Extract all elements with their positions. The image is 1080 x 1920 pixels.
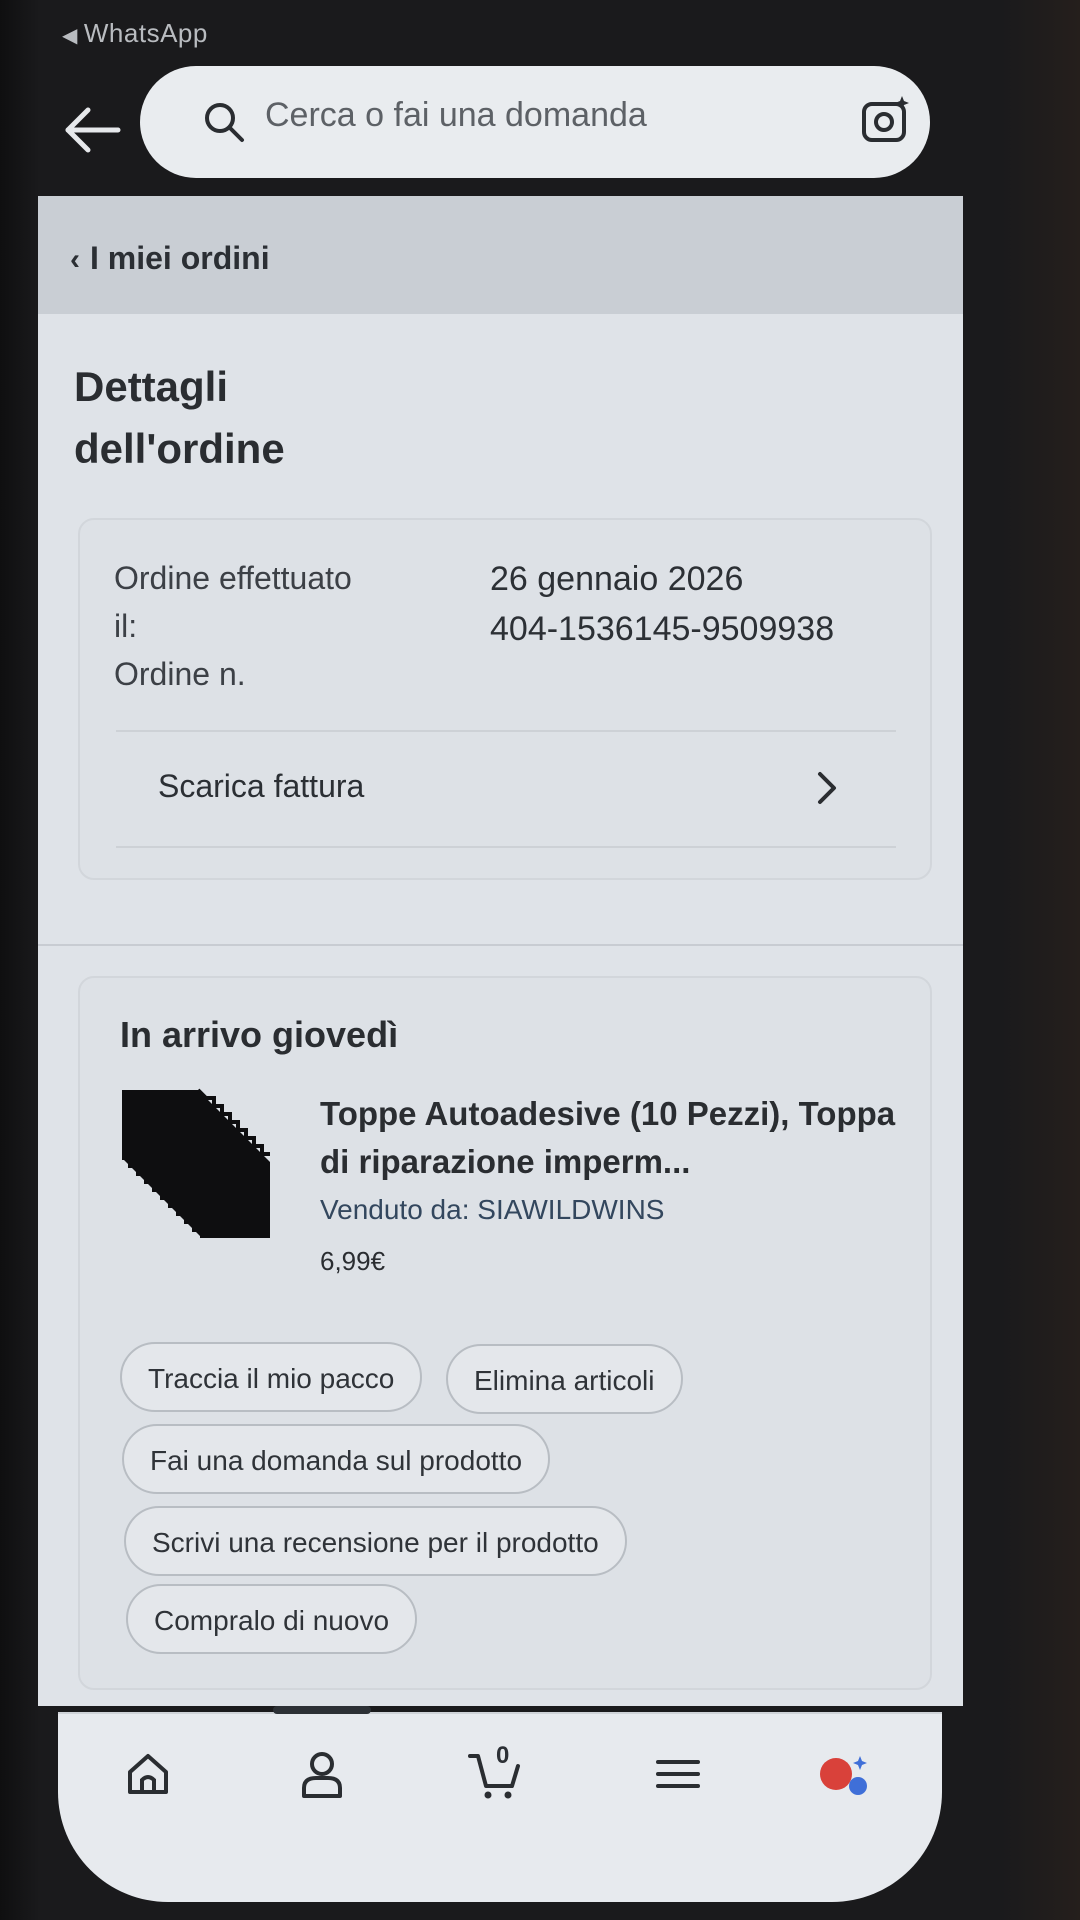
search-input[interactable]: Cerca o fai una domanda bbox=[265, 96, 647, 135]
order-summary-card: Ordine effettuato il: Ordine n. 26 genna… bbox=[78, 518, 932, 880]
order-labels: Ordine effettuato il: Ordine n. bbox=[114, 554, 374, 698]
order-number-value: 404-1536145-9509938 bbox=[490, 610, 835, 648]
home-icon[interactable] bbox=[120, 1746, 176, 1802]
breadcrumb-my-orders[interactable]: ‹ I miei ordini bbox=[70, 240, 270, 277]
camera-lens-icon[interactable] bbox=[858, 92, 914, 148]
back-triangle-icon: ◀ bbox=[62, 25, 78, 47]
download-invoice-row[interactable]: Scarica fattura bbox=[80, 732, 930, 846]
assistant-icon[interactable] bbox=[814, 1746, 870, 1802]
breadcrumb: ‹ I miei ordini bbox=[38, 196, 963, 314]
section-divider bbox=[38, 944, 963, 946]
seller-name-link[interactable]: SIAWILDWINS bbox=[477, 1194, 664, 1225]
cart-icon[interactable] bbox=[466, 1746, 522, 1802]
delivery-status: In arrivo giovedì bbox=[120, 1014, 399, 1055]
search-header: Cerca o fai una domanda bbox=[38, 60, 998, 190]
seller-prefix: Venduto da: bbox=[320, 1194, 478, 1225]
write-review-button[interactable]: Scrivi una recensione per il prodotto bbox=[124, 1506, 627, 1576]
seller-info: Venduto da: SIAWILDWINS bbox=[320, 1194, 664, 1226]
order-details-page: ‹ I miei ordini Dettagli dell'ordine Ordi… bbox=[38, 196, 963, 1706]
buy-again-button[interactable]: Compralo di nuovo bbox=[126, 1584, 418, 1654]
order-date-value: 26 gennaio 2026 bbox=[490, 560, 744, 598]
chevron-left-icon: ‹ bbox=[70, 243, 80, 276]
menu-icon[interactable] bbox=[650, 1746, 706, 1802]
divider bbox=[116, 846, 896, 848]
ask-question-button[interactable]: Fai una domanda sul prodotto bbox=[122, 1424, 551, 1494]
account-icon[interactable] bbox=[294, 1746, 350, 1802]
active-tab-indicator bbox=[273, 1706, 371, 1714]
shipment-card: In arrivo giovedì Toppe Autoadesive (10 … bbox=[78, 976, 932, 1690]
search-bar[interactable]: Cerca o fai una domanda bbox=[140, 66, 930, 178]
product-title-link[interactable]: Toppe Autoadesive (10 Pezzi), Toppa di r… bbox=[320, 1090, 910, 1186]
page-title: Dettagli dell'ordine bbox=[74, 363, 285, 472]
track-package-button[interactable]: Traccia il mio pacco bbox=[120, 1342, 423, 1412]
divider bbox=[58, 1712, 942, 1714]
delete-items-button[interactable]: Elimina articoli bbox=[446, 1344, 683, 1414]
order-values: 26 gennaio 2026 404-1536145-9509938 bbox=[490, 554, 834, 654]
search-icon bbox=[205, 103, 244, 142]
order-date-label: Ordine effettuato il: bbox=[114, 560, 352, 644]
back-arrow-icon[interactable] bbox=[58, 100, 128, 160]
breadcrumb-label: I miei ordini bbox=[90, 240, 270, 276]
order-number-label: Ordine n. bbox=[114, 656, 246, 692]
product-image[interactable] bbox=[120, 1088, 290, 1258]
phone-screen: ◀ WhatsApp Cerca o fai una domanda ‹ I mie… bbox=[0, 0, 1080, 1920]
back-to-app-link[interactable]: ◀ WhatsApp bbox=[62, 18, 208, 49]
chevron-right-icon bbox=[818, 772, 836, 804]
product-price: 6,99€ bbox=[320, 1246, 386, 1276]
download-invoice-label: Scarica fattura bbox=[158, 768, 365, 804]
cart-count-badge: 0 bbox=[496, 1742, 510, 1769]
bottom-navigation: 0 bbox=[58, 1706, 942, 1902]
back-app-label: WhatsApp bbox=[83, 18, 208, 48]
